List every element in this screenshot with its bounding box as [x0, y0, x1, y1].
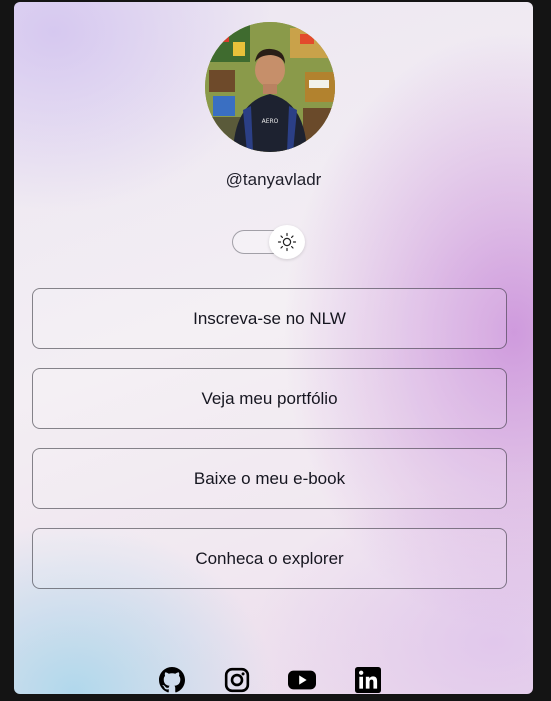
avatar: AERO — [205, 22, 335, 152]
youtube-icon — [288, 670, 316, 690]
toggle-knob[interactable] — [269, 225, 305, 259]
linkedin-link[interactable] — [354, 666, 382, 694]
theme-toggle[interactable] — [232, 225, 308, 259]
linkedin-icon — [355, 667, 381, 693]
sun-icon — [277, 232, 297, 252]
youtube-link[interactable] — [288, 666, 316, 694]
github-icon — [159, 667, 185, 693]
link-button-explorer[interactable]: Conheca o explorer — [32, 528, 507, 589]
link-button-ebook[interactable]: Baixe o meu e-book — [32, 448, 507, 509]
social-links — [14, 666, 533, 694]
github-link[interactable] — [158, 666, 186, 694]
link-button-portfolio[interactable]: Veja meu portfólio — [32, 368, 507, 429]
instagram-icon — [224, 667, 250, 693]
link-list: Inscreva-se no NLW Veja meu portfólio Ba… — [32, 288, 507, 608]
instagram-link[interactable] — [223, 666, 251, 694]
profile-card: AERO @tanyavladr Inscreva-se no NLW Veja… — [14, 2, 533, 694]
link-button-nlw[interactable]: Inscreva-se no NLW — [32, 288, 507, 349]
profile-photo: AERO — [205, 22, 335, 152]
shirt-logo-text: AERO — [262, 118, 279, 125]
username: @tanyavladr — [225, 170, 322, 189]
